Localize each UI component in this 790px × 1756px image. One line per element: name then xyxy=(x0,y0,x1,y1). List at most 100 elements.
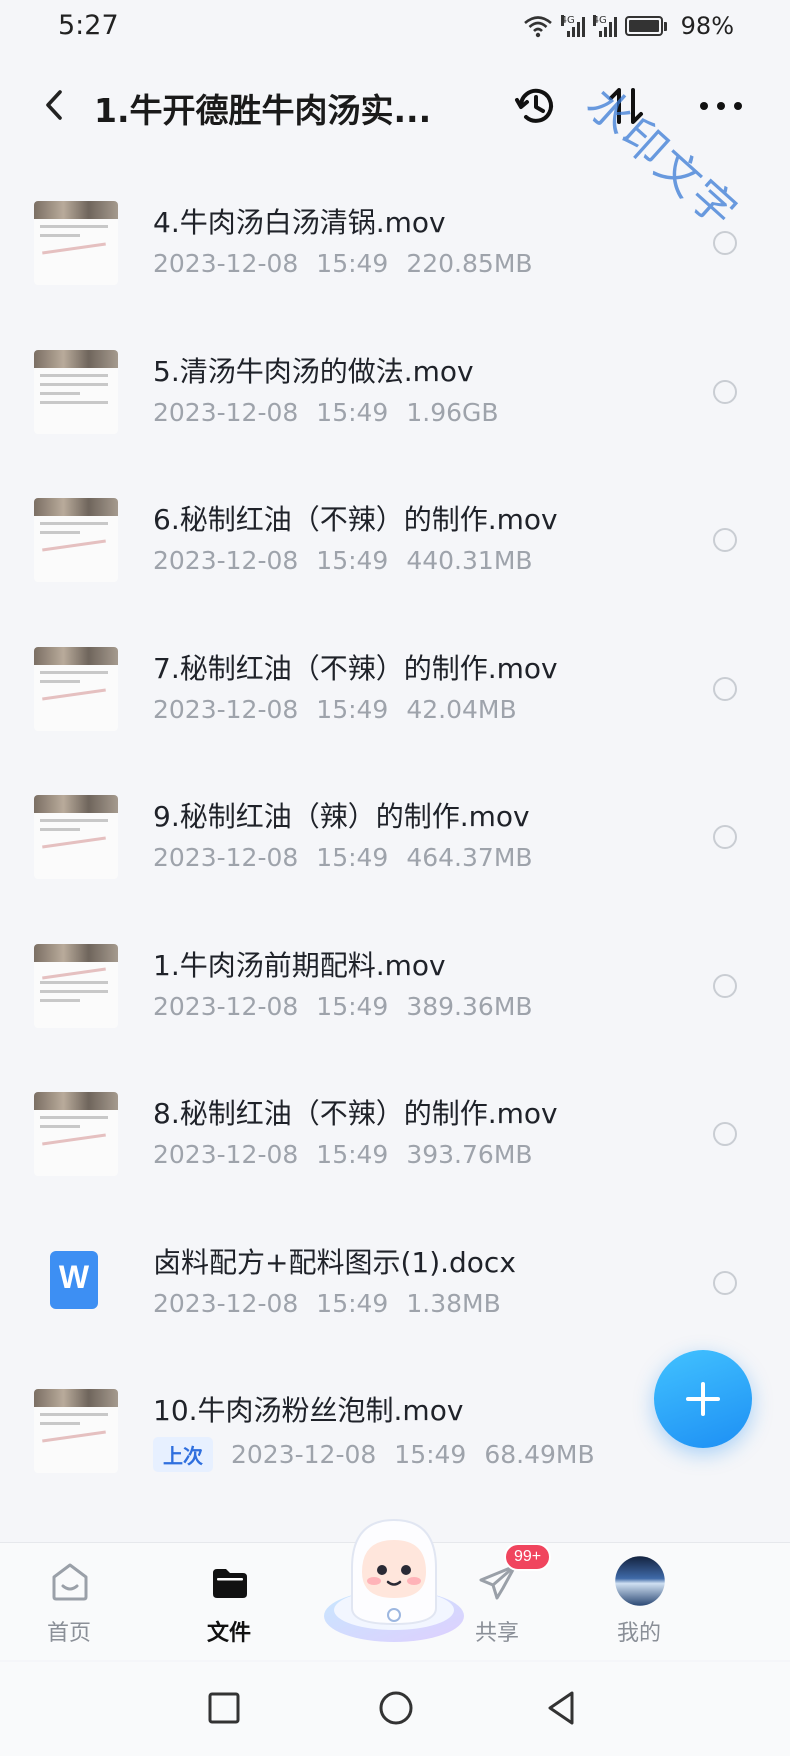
file-meta: 2023-12-08 15:49 393.76MB xyxy=(153,1140,533,1169)
signal-1-icon: 4G xyxy=(560,15,585,37)
file-size: 68.49MB xyxy=(484,1440,595,1469)
file-row[interactable]: 1.牛肉汤前期配料.mov 2023-12-08 15:49 389.36MB xyxy=(0,910,790,1059)
nav-files-label: 文件 xyxy=(206,1621,251,1646)
video-thumbnail xyxy=(34,795,118,879)
system-nav-bar xyxy=(0,1662,790,1756)
clock-history-icon[interactable] xyxy=(512,82,560,130)
more-dots-icon[interactable] xyxy=(696,82,746,130)
video-thumbnail xyxy=(34,646,118,731)
file-name: 卤料配方+配料图示(1).docx xyxy=(153,1245,516,1279)
file-meta: 2023-12-08 15:49 42.04MB xyxy=(153,695,517,724)
avatar xyxy=(615,1556,665,1606)
file-size: 42.04MB xyxy=(406,694,517,724)
battery-icon xyxy=(624,16,667,36)
video-thumbnail xyxy=(34,349,118,434)
file-row[interactable]: 9.秘制红油（辣）的制作.mov 2023-12-08 15:49 464.37… xyxy=(0,761,790,910)
status-time: 5:27 xyxy=(58,10,119,41)
file-time: 15:49 xyxy=(316,991,389,1021)
chevron-left-icon[interactable] xyxy=(34,82,74,128)
file-date: 2023-12-08 xyxy=(153,1288,299,1318)
select-radio[interactable] xyxy=(713,973,737,998)
file-time: 15:49 xyxy=(316,546,389,575)
home-circle-icon[interactable] xyxy=(372,1684,420,1732)
nav-mine[interactable]: 我的 xyxy=(584,1543,694,1661)
file-meta: 2023-12-08 15:49 1.38MB xyxy=(153,1289,501,1318)
word-doc-icon: W xyxy=(50,1250,98,1309)
file-row[interactable]: 6.秘制红油（不辣）的制作.mov 2023-12-08 15:49 440.3… xyxy=(0,464,790,613)
file-date: 2023-12-08 xyxy=(153,694,299,724)
file-time: 15:49 xyxy=(394,1440,467,1469)
folder-icon xyxy=(213,1569,247,1598)
file-name: 1.牛肉汤前期配料.mov xyxy=(153,948,446,982)
file-meta: 2023-12-08 15:49 440.31MB xyxy=(153,546,533,575)
file-list: 4.牛肉汤白汤清锅.mov 2023-12-08 15:49 220.85MB … xyxy=(0,167,790,1504)
file-row[interactable]: 5.清汤牛肉汤的做法.mov 2023-12-08 15:49 1.96GB xyxy=(0,316,790,465)
file-meta: 2023-12-08 15:49 389.36MB xyxy=(153,992,533,1021)
file-time: 15:49 xyxy=(316,843,389,872)
video-thumbnail xyxy=(34,498,118,582)
file-row[interactable]: 7.秘制红油（不辣）的制作.mov 2023-12-08 15:49 42.04… xyxy=(0,613,790,762)
file-size: 220.85MB xyxy=(406,249,533,278)
file-size: 389.36MB xyxy=(406,991,533,1021)
file-meta: 上次 2023-12-08 15:49 68.49MB xyxy=(153,1437,595,1472)
select-radio[interactable] xyxy=(713,825,737,849)
battery-percent: 98% xyxy=(680,12,734,40)
add-button[interactable] xyxy=(654,1350,752,1448)
file-name: 8.秘制红油（不辣）的制作.mov xyxy=(153,1097,558,1130)
file-size: 393.76MB xyxy=(406,1140,533,1169)
signal-2-icon: 4G xyxy=(592,15,617,37)
file-time: 15:49 xyxy=(316,1140,389,1169)
select-radio[interactable] xyxy=(713,1270,737,1295)
select-radio[interactable] xyxy=(713,676,737,701)
file-time: 15:49 xyxy=(316,1288,389,1318)
nav-mine-label: 我的 xyxy=(616,1621,661,1646)
mascot-assistant-icon[interactable] xyxy=(312,1498,476,1648)
file-meta: 2023-12-08 15:49 220.85MB xyxy=(153,249,533,278)
wifi-icon xyxy=(523,16,552,38)
file-time: 15:49 xyxy=(316,694,389,724)
file-size: 464.37MB xyxy=(406,843,533,872)
file-date: 2023-12-08 xyxy=(153,1140,299,1169)
file-name: 6.秘制红油（不辣）的制作.mov xyxy=(153,503,558,536)
file-date: 2023-12-08 xyxy=(153,397,299,427)
file-size: 1.96GB xyxy=(406,397,499,427)
file-meta: 2023-12-08 15:49 1.96GB xyxy=(153,398,499,427)
file-browser-screen: 5:27 4G 4G 98% 1.牛开德胜牛肉汤实... 水印文字 4.牛肉汤白… xyxy=(0,0,790,1756)
select-radio[interactable] xyxy=(713,1122,737,1146)
home-face-icon xyxy=(52,1563,88,1601)
page-title: 1.牛开德胜牛肉汤实... xyxy=(94,91,432,130)
last-opened-badge: 上次 xyxy=(153,1437,213,1472)
video-thumbnail xyxy=(34,1389,118,1473)
file-date: 2023-12-08 xyxy=(153,991,299,1021)
video-thumbnail xyxy=(34,943,118,1028)
share-badge: 99+ xyxy=(504,1543,552,1571)
file-date: 2023-12-08 xyxy=(153,546,299,575)
select-radio[interactable] xyxy=(713,528,737,552)
file-time: 15:49 xyxy=(316,249,389,278)
video-thumbnail xyxy=(34,1092,118,1176)
file-meta: 2023-12-08 15:49 464.37MB xyxy=(153,843,533,872)
recent-apps-icon[interactable] xyxy=(200,1684,248,1732)
video-thumbnail xyxy=(34,201,118,285)
file-name: 10.牛肉汤粉丝泡制.mov xyxy=(153,1394,464,1427)
file-size: 440.31MB xyxy=(406,546,533,575)
back-triangle-icon[interactable] xyxy=(538,1684,586,1732)
file-date: 2023-12-08 xyxy=(153,843,299,872)
status-bar: 5:27 4G 4G 98% xyxy=(0,0,790,56)
doc-icon-letter: W xyxy=(58,1258,90,1295)
nav-home-label: 首页 xyxy=(46,1621,91,1646)
nav-files[interactable]: 文件 xyxy=(174,1543,284,1661)
select-radio[interactable] xyxy=(713,231,737,255)
file-row[interactable]: W 卤料配方+配料图示(1).docx 2023-12-08 15:49 1.3… xyxy=(0,1207,790,1356)
file-name: 7.秘制红油（不辣）的制作.mov xyxy=(153,651,558,685)
file-name: 4.牛肉汤白汤清锅.mov xyxy=(153,206,446,239)
file-date: 2023-12-08 xyxy=(153,249,299,278)
network-type-1: 4G xyxy=(560,15,575,26)
select-radio[interactable] xyxy=(713,379,737,404)
status-icons: 4G 4G 98% xyxy=(523,12,734,40)
file-date: 2023-12-08 xyxy=(231,1440,377,1469)
file-row[interactable]: 8.秘制红油（不辣）的制作.mov 2023-12-08 15:49 393.7… xyxy=(0,1058,790,1207)
file-time: 15:49 xyxy=(316,397,389,427)
nav-home[interactable]: 首页 xyxy=(14,1543,124,1661)
file-row[interactable]: 4.牛肉汤白汤清锅.mov 2023-12-08 15:49 220.85MB xyxy=(0,167,790,316)
